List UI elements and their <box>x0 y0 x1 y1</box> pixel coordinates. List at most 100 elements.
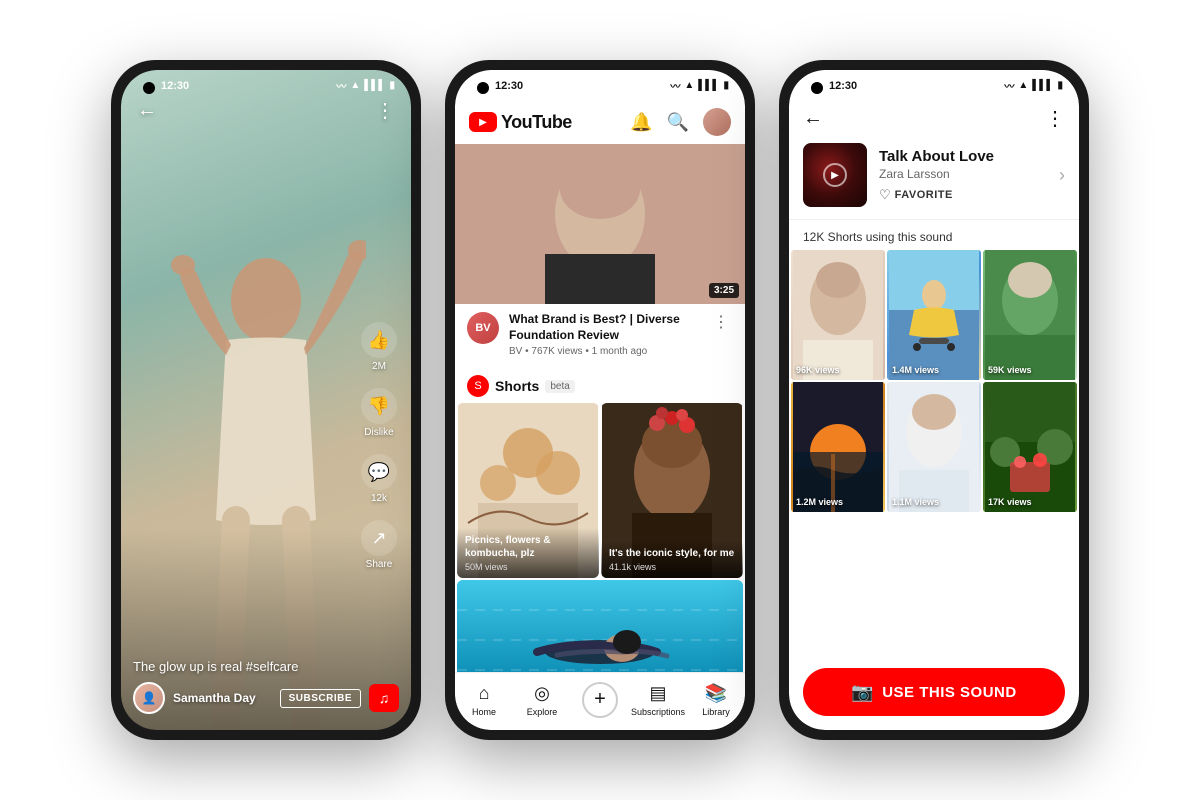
sound-video-1[interactable]: 96K views <box>791 250 885 380</box>
phone-3: 12:30 〰 ▲ ▌▌▌ ▮ ← ⋮ ▶ <box>779 60 1089 740</box>
share-action[interactable]: ↗ Share <box>361 520 397 570</box>
sound-video-2[interactable]: 1.4M views <box>887 250 981 380</box>
create-button[interactable]: + <box>582 682 618 718</box>
song-info: Talk About Love Zara Larsson ♡ FAVORITE <box>879 148 1047 203</box>
channel-name: BV <box>509 346 522 357</box>
sv1-image <box>791 250 885 380</box>
shorts-using-count: 12K Shorts using this sound <box>789 220 1079 250</box>
shorts-grid: Picnics, flowers & kombucha, plz 50M vie… <box>455 403 745 578</box>
nav-create[interactable]: + <box>571 682 629 718</box>
vibrate-icon3: 〰 <box>1004 78 1014 93</box>
library-icon: 📚 <box>705 683 727 704</box>
shorts-beta-badge: beta <box>545 380 574 393</box>
phone2-scroll: YouTube 🔔 🔍 <box>455 70 745 672</box>
music-wave-icon: ♫ <box>379 690 390 706</box>
user-avatar-header[interactable] <box>703 108 731 136</box>
share-label: Share <box>366 559 393 570</box>
camera-icon: 📷 <box>851 682 874 703</box>
header-icons: 🔔 🔍 <box>630 108 731 136</box>
dislike-action[interactable]: 👎 Dislike <box>361 388 397 438</box>
nav-subscriptions[interactable]: ▤ Subscriptions <box>629 683 687 717</box>
explore-icon: ◎ <box>534 683 550 704</box>
like-action[interactable]: 👍 2M <box>361 322 397 372</box>
use-sound-label: USE THIS SOUND <box>882 684 1017 701</box>
favorite-icon: ♡ <box>879 187 891 203</box>
music-button[interactable]: ♫ <box>369 684 399 712</box>
dislike-label: Dislike <box>364 427 393 438</box>
short1-title: Picnics, flowers & kombucha, plz <box>465 534 591 560</box>
short-item-1[interactable]: Picnics, flowers & kombucha, plz 50M vie… <box>457 403 599 578</box>
sv6-image <box>983 382 1077 512</box>
comment-count: 12k <box>371 493 387 504</box>
wifi-icon3: ▲ <box>1018 80 1028 91</box>
user-row: 👤 Samantha Day SUBSCRIBE ♫ <box>133 682 399 714</box>
home-icon: ⌂ <box>479 683 490 704</box>
video-thumbnail[interactable]: 3:25 <box>455 144 745 304</box>
song-chevron-icon[interactable]: › <box>1059 165 1065 186</box>
use-this-sound-button[interactable]: 📷 USE THIS SOUND <box>803 668 1065 716</box>
sv2-views: 1.4M views <box>892 365 939 375</box>
sv5-views: 1.1M views <box>892 497 939 507</box>
sound-video-3[interactable]: 59K views <box>983 250 1077 380</box>
nav-home[interactable]: ⌂ Home <box>455 683 513 717</box>
library-label: Library <box>702 707 730 717</box>
phone2-content: 12:30 〰 ▲ ▌▌▌ ▮ YouTube 🔔 <box>455 70 745 730</box>
phone2-status-icons: 〰 ▲ ▌▌▌ ▮ <box>670 78 729 93</box>
song-artist: Zara Larsson <box>879 167 1047 181</box>
song-header: ▶ Talk About Love Zara Larsson ♡ FAVORIT… <box>789 139 1079 220</box>
vibrate-icon2: 〰 <box>670 78 680 93</box>
bell-button[interactable]: 🔔 <box>630 112 652 133</box>
like-count: 2M <box>372 361 386 372</box>
subscribe-button[interactable]: SUBSCRIBE <box>280 689 361 708</box>
phone3-content: 12:30 〰 ▲ ▌▌▌ ▮ ← ⋮ ▶ <box>789 70 1079 730</box>
battery-icon: ▮ <box>389 80 395 91</box>
search-button[interactable]: 🔍 <box>667 112 689 133</box>
shorts-header: S Shorts beta <box>455 367 745 403</box>
sv4-image <box>791 382 885 512</box>
nav-library[interactable]: 📚 Library <box>687 683 745 717</box>
phone-2: 12:30 〰 ▲ ▌▌▌ ▮ YouTube 🔔 <box>445 60 755 740</box>
nav-explore[interactable]: ◎ Explore <box>513 683 571 717</box>
sv3-views: 59K views <box>988 365 1032 375</box>
comment-icon-btn[interactable]: 💬 <box>361 454 397 490</box>
subscriptions-label: Subscriptions <box>631 707 685 717</box>
phone1-topbar: ← ⋮ <box>121 98 411 123</box>
back-button-p3[interactable]: ← <box>803 107 823 130</box>
sound-video-5[interactable]: 1.1M views <box>887 382 981 512</box>
short2-views: 41.1k views <box>609 562 735 572</box>
more-options-button[interactable]: ⋮ <box>375 98 395 123</box>
bottom-navigation: ⌂ Home ◎ Explore + ▤ Subscriptions 📚 Lib… <box>455 672 745 730</box>
sv2-image <box>887 250 981 380</box>
dislike-icon-btn[interactable]: 👎 <box>361 388 397 424</box>
wifi-icon2: ▲ <box>684 80 694 91</box>
swimming-video[interactable] <box>457 580 743 672</box>
vibrate-icon: 〰 <box>336 78 346 93</box>
share-icon-btn[interactable]: ↗ <box>361 520 397 556</box>
short-item-2[interactable]: It's the iconic style, for me 41.1k view… <box>601 403 743 578</box>
song-favorite[interactable]: ♡ FAVORITE <box>879 187 1047 203</box>
video-more-options[interactable]: ⋮ <box>709 312 733 357</box>
phone1-status-bar: 12:30 〰 ▲ ▌▌▌ ▮ <box>121 70 411 97</box>
sv1-views: 96K views <box>796 365 840 375</box>
user-name: Samantha Day <box>173 691 272 705</box>
sv3-image <box>983 250 1077 380</box>
video-title[interactable]: What Brand is Best? | Diverse Foundation… <box>509 312 699 343</box>
phone2-status-bar: 12:30 〰 ▲ ▌▌▌ ▮ <box>455 70 745 97</box>
phone3-topbar: ← ⋮ <box>789 98 1079 139</box>
sv4-views: 1.2M views <box>796 497 843 507</box>
sound-video-6[interactable]: 17K views <box>983 382 1077 512</box>
more-options-p3[interactable]: ⋮ <box>1045 106 1065 131</box>
youtube-logo-text: YouTube <box>501 112 572 133</box>
back-button[interactable]: ← <box>137 99 157 122</box>
phone1-status-icons: 〰 ▲ ▌▌▌ ▮ <box>336 78 395 93</box>
sound-video-4[interactable]: 1.2M views <box>791 382 885 512</box>
play-button-thumb[interactable]: ▶ <box>823 163 847 187</box>
short2-overlay: It's the iconic style, for me 41.1k view… <box>601 541 743 578</box>
like-icon-btn[interactable]: 👍 <box>361 322 397 358</box>
shorts-label: Shorts <box>495 378 539 394</box>
phone1-bottom-info: The glow up is real #selfcare 👤 Samantha… <box>121 659 411 714</box>
comment-action[interactable]: 💬 12k <box>361 454 397 504</box>
video-info: BV What Brand is Best? | Diverse Foundat… <box>455 304 745 365</box>
video-meta: What Brand is Best? | Diverse Foundation… <box>509 312 699 357</box>
youtube-logo: YouTube <box>469 112 572 133</box>
